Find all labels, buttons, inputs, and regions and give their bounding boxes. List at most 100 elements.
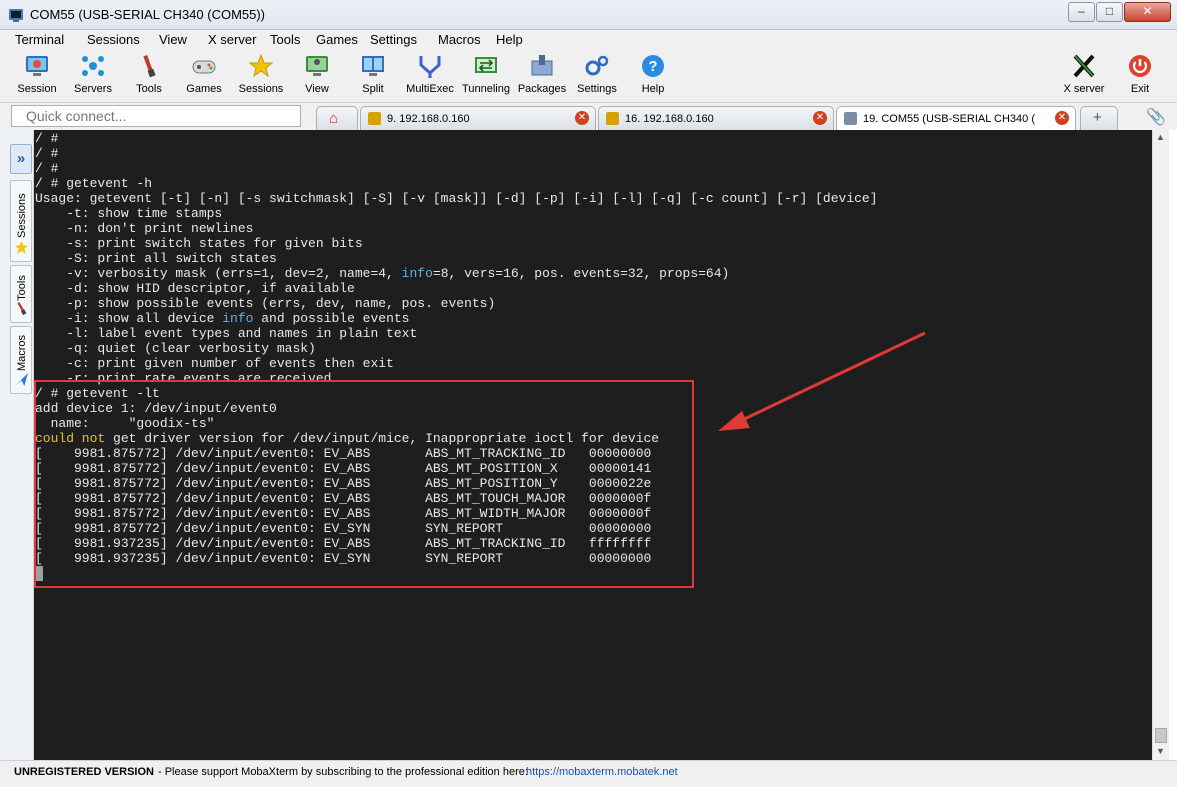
scroll-down-arrow-icon[interactable]: ▼ <box>1156 746 1165 756</box>
terminal-line: -p: show possible events (errs, dev, nam… <box>35 296 495 311</box>
split-label: Split <box>362 83 384 95</box>
close-tab-icon[interactable]: ✕ <box>575 111 589 125</box>
star-icon <box>14 240 29 255</box>
terminal-text: =8, vers=16, pos. events=32, props=64) <box>432 266 730 281</box>
tab-home[interactable]: ⌂ <box>316 106 358 130</box>
split-icon <box>362 56 384 76</box>
terminal-line: / # getevent -h <box>35 176 152 191</box>
terminal-text: / # <box>35 161 59 176</box>
maximize-button[interactable]: □ <box>1096 2 1123 22</box>
terminal-line: -q: quiet (clear verbosity mask) <box>35 341 316 356</box>
scroll-up-arrow-icon[interactable]: ▲ <box>1156 132 1165 142</box>
terminal-line: Usage: getevent [-t] [-n] [-s switchmask… <box>35 191 878 206</box>
terminal-line: -s: print switch states for given bits <box>35 236 363 251</box>
terminal-line: -d: show HID descriptor, if available <box>35 281 355 296</box>
minimize-button[interactable]: – <box>1068 2 1095 22</box>
tab-session-9[interactable]: 9. 192.168.0.160 ✕ <box>360 106 596 130</box>
menu-view[interactable]: View <box>159 32 187 47</box>
mobaxterm-app-icon <box>9 9 23 22</box>
sidebar-tab-sessions[interactable]: Sessions <box>10 180 32 262</box>
terminal-text: / # <box>35 146 59 161</box>
settings-icon <box>585 55 609 76</box>
menu-help[interactable]: Help <box>496 32 523 47</box>
session-button[interactable]: Session <box>12 49 62 101</box>
packages-button[interactable]: Packages <box>515 49 569 101</box>
new-tab-button[interactable]: + <box>1080 106 1118 130</box>
multiexec-label: MultiExec <box>406 83 454 95</box>
sessions-star-icon <box>248 53 274 78</box>
tab-label: 16. 192.168.0.160 <box>625 113 714 125</box>
menu-sessions[interactable]: Sessions <box>87 32 140 47</box>
menu-settings[interactable]: Settings <box>370 32 417 47</box>
help-button[interactable]: ? Help <box>628 49 678 101</box>
quick-connect-input[interactable]: Quick connect... <box>11 105 301 127</box>
split-button[interactable]: Split <box>348 49 398 101</box>
tab-session-16[interactable]: 16. 192.168.0.160 ✕ <box>598 106 834 130</box>
sessions-button[interactable]: Sessions <box>236 49 286 101</box>
menu-tools[interactable]: Tools <box>270 32 300 47</box>
macro-arrow-icon <box>14 372 29 387</box>
terminal-line: -i: show all device info and possible ev… <box>35 311 409 326</box>
help-icon: ? <box>642 55 664 77</box>
exit-icon <box>1129 55 1151 77</box>
x-server-button[interactable]: X server <box>1058 49 1110 101</box>
session-label: Session <box>17 83 57 95</box>
sessions-label: Sessions <box>238 83 284 95</box>
exit-button[interactable]: Exit <box>1118 49 1162 101</box>
terminal-line: / # <box>35 131 58 146</box>
menu-x-server[interactable]: X server <box>208 32 256 47</box>
terminal-text: -s: print switch states for given bits <box>35 236 363 251</box>
packages-label: Packages <box>517 83 567 95</box>
terminal-text: / # getevent -h <box>35 176 153 191</box>
games-icon <box>192 60 216 74</box>
sidebar-tab-macros[interactable]: Macros <box>10 326 32 394</box>
view-label: View <box>305 83 329 95</box>
view-icon <box>306 56 328 76</box>
svg-text:?: ? <box>648 58 657 75</box>
settings-button[interactable]: Settings <box>572 49 622 101</box>
packages-icon <box>531 55 553 76</box>
menu-games[interactable]: Games <box>316 32 358 47</box>
mobatek-link[interactable]: https://mobaxterm.mobatek.net <box>526 766 678 778</box>
tunneling-button[interactable]: Tunneling <box>459 49 513 101</box>
tools-label: Tools <box>136 83 162 95</box>
menu-macros[interactable]: Macros <box>438 32 481 47</box>
ssh-session-icon <box>368 112 381 125</box>
left-sidebar: » Sessions Tools Macros <box>0 130 34 760</box>
window-title: COM55 (USB-SERIAL CH340 (COM55)) <box>30 7 266 22</box>
tab-session-19-active[interactable]: 19. COM55 (USB-SERIAL CH340 ( ✕ <box>836 106 1076 130</box>
terminal-line: / # <box>35 161 58 176</box>
games-button[interactable]: Games <box>179 49 229 101</box>
terminal-line: -v: verbosity mask (errs=1, dev=2, name=… <box>35 266 729 281</box>
close-tab-icon[interactable]: ✕ <box>1055 111 1069 125</box>
menu-bar: Terminal Sessions View X server Tools Ga… <box>0 30 1177 49</box>
close-tab-icon[interactable]: ✕ <box>813 111 827 125</box>
terminal-text: / # <box>35 131 59 146</box>
terminal-text: -p: show possible events (errs, dev, nam… <box>35 296 496 311</box>
tunneling-label: Tunneling <box>462 83 510 95</box>
terminal-scrollbar[interactable]: ▲ ▼ <box>1152 130 1169 760</box>
terminal-text: -q: quiet (clear verbosity mask) <box>35 341 316 356</box>
tab-label: 19. COM55 (USB-SERIAL CH340 ( <box>863 113 1035 125</box>
toolbar: Session Servers Tools Games Sessions Vie… <box>0 49 1177 103</box>
x-server-label: X server <box>1063 83 1105 95</box>
servers-button[interactable]: Servers <box>68 49 118 101</box>
terminal-line: -t: show time stamps <box>35 206 222 221</box>
tools-button[interactable]: Tools <box>124 49 174 101</box>
tab-label: 9. 192.168.0.160 <box>387 113 470 125</box>
view-button[interactable]: View <box>292 49 342 101</box>
sidebar-tab-tools[interactable]: Tools <box>10 265 32 323</box>
multiexec-button[interactable]: MultiExec <box>403 49 457 101</box>
terminal-text: -t: show time stamps <box>35 206 223 221</box>
menu-terminal[interactable]: Terminal <box>15 32 64 47</box>
terminal-text: -d: show HID descriptor, if available <box>35 281 355 296</box>
terminal-text: -c: print given number of events then ex… <box>35 356 394 371</box>
close-button[interactable]: ✕ <box>1124 2 1171 22</box>
unregistered-label: UNREGISTERED VERSION <box>14 766 154 778</box>
sidebar-toggle-button[interactable]: » <box>10 144 32 174</box>
games-label: Games <box>186 83 222 95</box>
paperclip-icon[interactable]: 📎 <box>1146 107 1166 127</box>
terminal-line: -n: don't print newlines <box>35 221 253 236</box>
status-bar: UNREGISTERED VERSION - Please support Mo… <box>0 760 1177 787</box>
scrollbar-thumb[interactable] <box>1155 728 1167 743</box>
